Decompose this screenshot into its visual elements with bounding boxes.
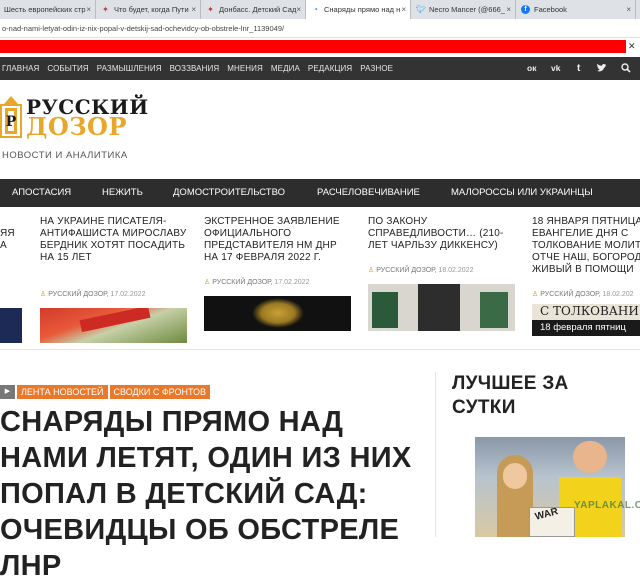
news-card[interactable]: 18 ЯНВАРЯ ПЯТНИЦА ЕВАНГЕЛИЕ ДНЯ С ТОЛКОВ…	[532, 216, 640, 336]
play-icon: ▶	[0, 385, 15, 399]
twitter-icon[interactable]	[596, 57, 607, 80]
vk-icon[interactable]: vk	[551, 57, 560, 80]
top-nav-item-main[interactable]: ГЛАВНАЯ	[2, 64, 39, 73]
odnoklassniki-icon[interactable]: ок	[527, 57, 536, 80]
main-nav-item-housebuilding[interactable]: ДОМОСТРОИТЕЛЬСТВО	[173, 179, 285, 207]
close-icon[interactable]: ✕	[628, 40, 640, 53]
twitter-icon: 🐦︎	[416, 5, 427, 14]
tab-label: Necro Mancer (@666_	[429, 5, 505, 14]
tab-label: Донбасс. Детский Сад	[219, 5, 297, 14]
facebook-icon: f	[521, 5, 530, 14]
tab-close-icon[interactable]: ×	[191, 0, 196, 19]
author-icon: ♙	[40, 291, 47, 298]
tab-label: Что будет, когда Пути	[114, 5, 189, 14]
search-icon[interactable]	[621, 57, 631, 80]
author-icon: ♙	[532, 291, 539, 298]
news-card-image[interactable]	[204, 296, 351, 331]
browser-tab[interactable]: f Facebook ×	[516, 0, 636, 19]
top-nav-item-opinions[interactable]: МНЕНИЯ	[227, 64, 263, 73]
logo-emblem-icon[interactable]: Р	[0, 96, 24, 138]
tab-close-icon[interactable]: ×	[626, 0, 631, 19]
author-icon: ♙	[368, 267, 375, 274]
watermark: YAPLAKAL.COM	[574, 500, 640, 511]
tab-close-icon[interactable]: ×	[296, 0, 301, 19]
news-card-meta: ♙ РУССКИЙ ДОЗОР, 17.02.2022	[204, 279, 310, 286]
author-icon: ♙	[204, 279, 211, 286]
main-nav-item-little-russians[interactable]: МАЛОРОССЫ ИЛИ УКРАИНЦЫ	[451, 179, 593, 207]
tab-label: Facebook	[534, 5, 567, 14]
news-card[interactable]: НА УКРАИНЕ ПИСАТЕЛЯ-АНТИФАШИСТА МИРОСЛАВ…	[40, 216, 190, 343]
news-card-image[interactable]: С ТОЛКОВАНИ 18 февраля пятниц	[532, 304, 640, 336]
url-text: o-nad-nami-letyat-odin-iz-nix-popal-v-de…	[2, 24, 285, 33]
tab-close-icon[interactable]: ×	[401, 0, 406, 19]
site-tagline: НОВОСТИ И АНАЛИТИКА	[2, 150, 128, 161]
logo-title-line2[interactable]: ДОЗОР	[26, 112, 127, 141]
loading-icon: ◔	[313, 5, 318, 14]
sidebar-image[interactable]: WAR	[475, 437, 625, 537]
browser-tab[interactable]: 🐦︎ Necro Mancer (@666_ ×	[411, 0, 516, 19]
top-nav-item-events[interactable]: СОБЫТИЯ	[47, 64, 88, 73]
news-card[interactable]: ЭКСТРЕННОЕ ЗАЯВЛЕНИЕ ОФИЦИАЛЬНОГО ПРЕДСТ…	[204, 216, 354, 336]
main-nav-item-undead[interactable]: НЕЖИТЬ	[102, 179, 143, 207]
column-divider	[435, 372, 436, 537]
news-card-image[interactable]	[40, 308, 187, 343]
page-icon: ✦	[207, 5, 214, 14]
emblem-icon	[252, 298, 304, 328]
top-nav-item-misc[interactable]: РАЗНОЕ	[360, 64, 393, 73]
news-card-title[interactable]: НА УКРАИНЕ ПИСАТЕЛЯ-АНТИФАШИСТА МИРОСЛАВ…	[40, 216, 190, 264]
address-bar[interactable]: o-nad-nami-letyat-odin-iz-nix-popal-v-de…	[0, 19, 640, 38]
main-nav: АПОСТАСИЯ НЕЖИТЬ ДОМОСТРОИТЕЛЬСТВО РАСЧЕ…	[0, 179, 640, 207]
tumblr-icon[interactable]: t	[577, 57, 580, 80]
svg-text:Р: Р	[6, 114, 17, 130]
category-tag[interactable]: СВОДКИ С ФРОНТОВ	[109, 385, 211, 399]
news-card-partial[interactable]: ЯЯ А	[0, 216, 24, 343]
news-card-image	[0, 308, 22, 343]
news-card-title[interactable]: 18 ЯНВАРЯ ПЯТНИЦА ЕВАНГЕЛИЕ ДНЯ С ТОЛКОВ…	[532, 216, 640, 276]
main-nav-item-dehumanization[interactable]: РАСЧЕЛОВЕЧИВАНИЕ	[317, 179, 420, 207]
top-nav-item-media[interactable]: МЕДИА	[271, 64, 300, 73]
browser-tab[interactable]: ✦ Донбасс. Детский Сад ×	[201, 0, 306, 19]
article-headline: СНАРЯДЫ ПРЯМО НАД НАМИ ЛЕТЯТ, ОДИН ИЗ НИ…	[0, 406, 412, 582]
tab-label: Снаряды прямо над н	[324, 5, 401, 14]
category-tag[interactable]: ЛЕНТА НОВОСТЕЙ	[17, 385, 108, 399]
top-nav-item-reflections[interactable]: РАЗМЫШЛЕНИЯ	[97, 64, 162, 73]
news-card-title: ЯЯ А	[0, 228, 15, 251]
main-nav-item-apostasy[interactable]: АПОСТАСИЯ	[12, 179, 71, 207]
news-carousel: ЯЯ А НА УКРАИНЕ ПИСАТЕЛЯ-АНТИФАШИСТА МИР…	[0, 216, 640, 343]
top-nav-item-appeals[interactable]: ВОЗЗВАНИЯ	[170, 64, 220, 73]
top-nav: ГЛАВНАЯ СОБЫТИЯ РАЗМЫШЛЕНИЯ ВОЗЗВАНИЯ МН…	[0, 57, 640, 80]
browser-tab[interactable]: ✦ Что будет, когда Пути ×	[96, 0, 201, 19]
page-icon: ✦	[102, 5, 109, 14]
news-card-meta: ♙ РУССКИЙ ДОЗОР, 17.02.2022	[40, 291, 146, 298]
tab-label: Шесть европейских стр	[4, 5, 86, 14]
section-divider	[0, 349, 640, 350]
sidebar-heading: ЛУЧШЕЕ ЗА СУТКИ	[452, 373, 569, 418]
ad-banner[interactable]	[0, 40, 626, 53]
news-card-meta: ♙ РУССКИЙ ДОЗОР, 18.02.2022	[368, 267, 474, 274]
browser-tab-active[interactable]: ◔ Снаряды прямо над н ×	[306, 0, 411, 19]
tab-close-icon[interactable]: ×	[86, 0, 91, 19]
news-card-title[interactable]: ПО ЗАКОНУ СПРАВЕДЛИВОСТИ… (210-ЛЕТ ЧАРЛЬ…	[368, 216, 518, 252]
top-nav-item-editorial[interactable]: РЕДАКЦИЯ	[308, 64, 352, 73]
news-card-image[interactable]	[368, 284, 515, 331]
news-card-meta: ♙ РУССКИЙ ДОЗОР, 18.02.202	[532, 291, 634, 298]
news-card-title[interactable]: ЭКСТРЕННОЕ ЗАЯВЛЕНИЕ ОФИЦИАЛЬНОГО ПРЕДСТ…	[204, 216, 354, 264]
article-categories: ▶ ЛЕНТА НОВОСТЕЙ СВОДКИ С ФРОНТОВ	[0, 385, 212, 399]
browser-tab[interactable]: Шесть европейских стр ×	[0, 0, 96, 19]
news-card[interactable]: ПО ЗАКОНУ СПРАВЕДЛИВОСТИ… (210-ЛЕТ ЧАРЛЬ…	[368, 216, 518, 336]
tab-close-icon[interactable]: ×	[506, 0, 511, 19]
browser-tab-strip: Шесть европейских стр × ✦ Что будет, ког…	[0, 0, 640, 19]
